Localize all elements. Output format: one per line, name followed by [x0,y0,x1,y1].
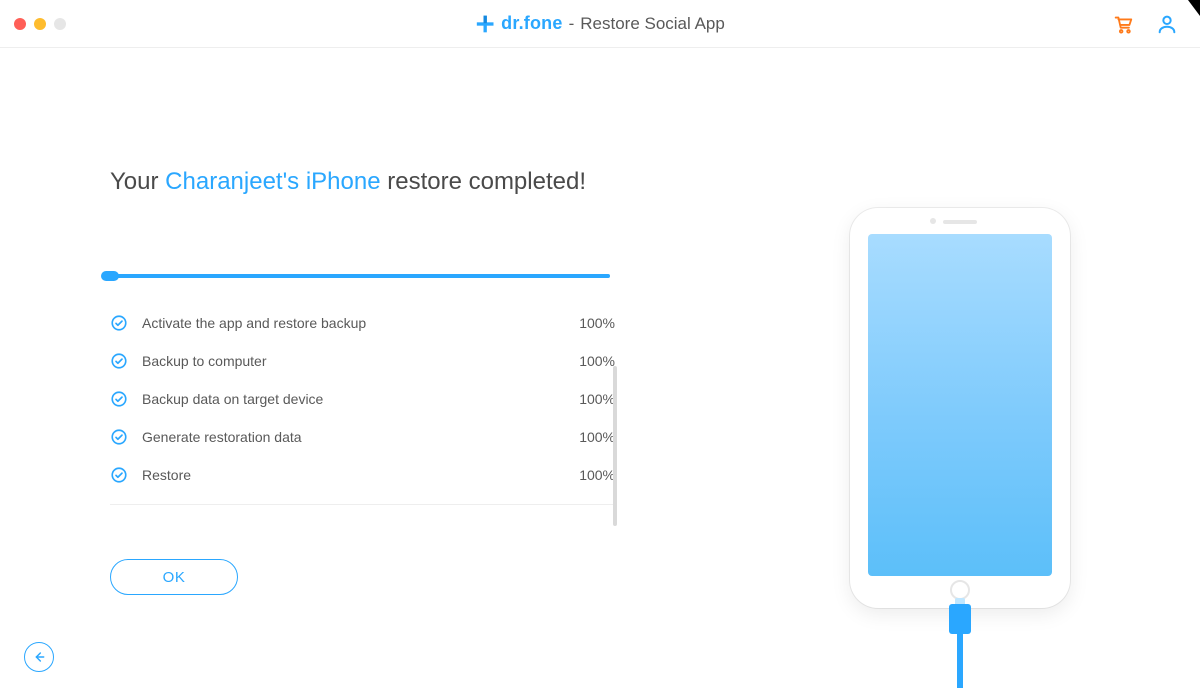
title-right [1112,13,1178,35]
progress-handle [101,271,119,281]
step-row: Activate the app and restore backup 100% [110,304,615,342]
progress-bar [110,274,610,278]
headline: Your Charanjeet's iPhone restore complet… [110,168,630,196]
arrow-left-icon [31,649,47,665]
window-minimize-button[interactable] [34,18,46,30]
step-row: Backup data on target device 100% [110,380,615,418]
step-label: Generate restoration data [142,429,563,445]
step-percent: 100% [563,353,615,369]
progress-fill [110,274,610,278]
ok-label: OK [163,569,186,586]
phone-camera [930,218,936,224]
plus-logo-icon [475,14,495,34]
check-circle-icon [110,314,128,332]
window-zoom-button[interactable] [54,18,66,30]
check-circle-icon [110,428,128,446]
step-row: Restore 100% [110,456,615,494]
step-percent: 100% [563,315,615,331]
check-circle-icon [110,352,128,370]
step-label: Activate the app and restore backup [142,315,563,331]
body: Your Charanjeet's iPhone restore complet… [0,48,1200,688]
step-row: Backup to computer 100% [110,342,615,380]
phone-illustration [850,208,1070,608]
title-center: dr.fone - Restore Social App [475,13,725,34]
back-button[interactable] [24,642,54,672]
step-percent: 100% [563,391,615,407]
usb-cable [957,632,963,688]
steps-list: Activate the app and restore backup 100%… [110,304,615,494]
step-percent: 100% [563,467,615,483]
phone-home-button [950,580,970,600]
step-label: Backup to computer [142,353,563,369]
app-window: dr.fone - Restore Social App Your Charan… [0,0,1200,688]
brand-separator: - [569,14,575,34]
headline-prefix: Your [110,168,165,195]
step-row: Generate restoration data 100% [110,418,615,456]
headline-suffix: restore completed! [381,168,586,195]
device-name: Charanjeet's iPhone [165,168,380,195]
brand-name: dr.fone [501,13,562,34]
window-controls [14,18,66,30]
phone-screen [868,234,1052,576]
phone-body [850,208,1070,608]
window-close-button[interactable] [14,18,26,30]
phone-speaker [943,220,977,224]
check-circle-icon [110,466,128,484]
right-pane [720,48,1200,688]
step-percent: 100% [563,429,615,445]
cart-icon[interactable] [1112,13,1134,35]
check-circle-icon [110,390,128,408]
usb-plug [949,604,971,634]
ok-button[interactable]: OK [110,559,238,595]
step-label: Restore [142,467,563,483]
steps-divider [110,504,615,505]
steps-scrollbar[interactable] [613,366,617,526]
step-label: Backup data on target device [142,391,563,407]
left-pane: Your Charanjeet's iPhone restore complet… [0,48,720,688]
titlebar: dr.fone - Restore Social App [0,0,1200,48]
page-title: Restore Social App [580,14,725,34]
overall-progress [110,266,630,286]
account-icon[interactable] [1156,13,1178,35]
